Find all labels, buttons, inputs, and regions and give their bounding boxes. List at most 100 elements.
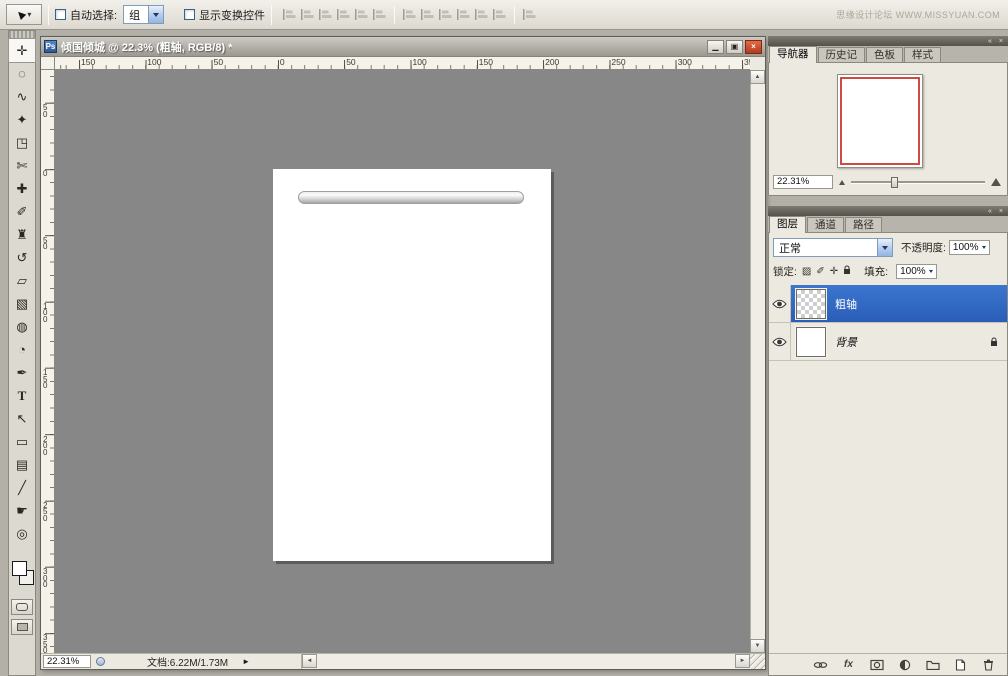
align-horizontal-centers-icon[interactable]: [354, 8, 369, 21]
layer-mask-icon[interactable]: [869, 658, 884, 672]
tab-history[interactable]: 历史记: [818, 47, 866, 62]
crop-tool[interactable]: ◳: [9, 131, 35, 154]
notes-tool[interactable]: ▤: [9, 453, 35, 476]
move-tool[interactable]: ✛: [9, 39, 35, 62]
tab-navigator[interactable]: 导航器: [769, 46, 817, 63]
eyedropper-tool[interactable]: ╱: [9, 476, 35, 499]
shape-tool[interactable]: ▭: [9, 430, 35, 453]
delete-layer-icon[interactable]: [981, 658, 996, 672]
navigator-zoom-field[interactable]: 22.31%: [773, 175, 833, 189]
restore-button[interactable]: ▣: [726, 40, 743, 54]
healing-brush-tool[interactable]: ✚: [9, 177, 35, 200]
adjustment-layer-icon[interactable]: [897, 658, 912, 672]
status-indicator-icon[interactable]: [96, 657, 105, 666]
chevron-down-icon[interactable]: [929, 270, 933, 273]
tab-styles[interactable]: 样式: [904, 47, 941, 62]
link-layers-icon[interactable]: [813, 658, 828, 672]
slice-tool[interactable]: ✄: [9, 154, 35, 177]
align-left-edges-icon[interactable]: [336, 8, 351, 21]
lock-pixels-icon[interactable]: ✐: [816, 267, 824, 277]
distribute-horizontal-centers-icon[interactable]: [474, 8, 489, 21]
foreground-color-swatch[interactable]: [12, 561, 27, 576]
vertical-scrollbar[interactable]: ▲ ▼: [750, 70, 765, 653]
layer-group-icon[interactable]: [925, 658, 940, 672]
layer-name[interactable]: 背景: [835, 334, 857, 350]
blur-tool[interactable]: ◍: [9, 315, 35, 338]
auto-select-mode-dropdown[interactable]: 组: [123, 5, 164, 24]
layer-style-icon[interactable]: fx: [841, 658, 856, 672]
align-right-edges-icon[interactable]: [372, 8, 387, 21]
checkbox-box-icon[interactable]: [55, 9, 66, 20]
navigator-zoom-slider[interactable]: [851, 181, 985, 184]
status-menu-arrow-icon[interactable]: ►: [242, 657, 250, 666]
auto-select-checkbox[interactable]: 自动选择:: [55, 7, 117, 23]
collapse-panel-icon[interactable]: «: [988, 37, 992, 46]
navigator-preview[interactable]: [837, 74, 923, 168]
clone-stamp-tool[interactable]: ♜: [9, 223, 35, 246]
tab-swatches[interactable]: 色板: [866, 47, 903, 62]
fill-value-field[interactable]: 100%: [896, 264, 937, 279]
chevron-down-icon[interactable]: [877, 239, 892, 256]
distribute-top-edges-icon[interactable]: [402, 8, 417, 21]
navigator-view-box[interactable]: [840, 77, 920, 165]
new-layer-icon[interactable]: [953, 658, 968, 672]
canvas-area[interactable]: [55, 70, 750, 653]
horizontal-scrollbar[interactable]: ◄ ►: [301, 654, 750, 669]
scroll-left-button[interactable]: ◄: [302, 654, 317, 668]
close-button[interactable]: ×: [745, 40, 762, 54]
brush-tool[interactable]: ✐: [9, 200, 35, 223]
layer-name[interactable]: 粗轴: [835, 296, 857, 312]
vertical-ruler[interactable]: 5 005 01 0 01 5 02 0 02 5 03 0 03 5 0: [41, 70, 55, 653]
blend-mode-dropdown[interactable]: 正常: [773, 238, 893, 257]
pen-tool[interactable]: ✒: [9, 361, 35, 384]
dodge-tool[interactable]: ◔: [9, 338, 35, 361]
distribute-right-edges-icon[interactable]: [492, 8, 507, 21]
hand-tool[interactable]: ☛: [9, 499, 35, 522]
scroll-up-button[interactable]: ▲: [750, 70, 765, 84]
gradient-tool[interactable]: ▧: [9, 292, 35, 315]
type-tool[interactable]: T: [9, 384, 35, 407]
tool-preset-picker[interactable]: ▶ ▾: [6, 4, 42, 25]
lock-position-icon[interactable]: ✛: [830, 267, 838, 277]
zoom-out-icon[interactable]: [839, 180, 845, 185]
close-panel-icon[interactable]: ×: [999, 37, 1003, 46]
distribute-left-edges-icon[interactable]: [456, 8, 471, 21]
toolbox-grip[interactable]: [9, 31, 35, 39]
layer-thumbnail[interactable]: [796, 289, 826, 319]
align-top-edges-icon[interactable]: [282, 8, 297, 21]
magic-wand-tool[interactable]: ✦: [9, 108, 35, 131]
auto-align-layers-icon[interactable]: [522, 8, 537, 21]
visibility-toggle[interactable]: [769, 285, 791, 322]
show-transform-checkbox[interactable]: 显示变换控件: [184, 7, 265, 23]
distribute-bottom-edges-icon[interactable]: [438, 8, 453, 21]
opacity-value-field[interactable]: 100%: [949, 240, 990, 255]
layer-row-background[interactable]: 背景: [769, 323, 1007, 361]
align-bottom-edges-icon[interactable]: [318, 8, 333, 21]
zoom-level-field[interactable]: 22.31%: [43, 655, 91, 668]
align-vertical-centers-icon[interactable]: [300, 8, 315, 21]
chevron-down-icon[interactable]: [148, 6, 163, 23]
chevron-down-icon[interactable]: [982, 246, 986, 249]
visibility-toggle[interactable]: [769, 323, 791, 360]
zoom-in-icon[interactable]: [991, 178, 1001, 186]
tab-layers[interactable]: 图层: [769, 216, 806, 233]
lock-transparency-icon[interactable]: ▨: [802, 267, 811, 277]
path-selection-tool[interactable]: ↖: [9, 407, 35, 430]
zoom-tool[interactable]: ◎: [9, 522, 35, 545]
layer-row-cuzhou[interactable]: 粗轴: [769, 285, 1007, 323]
layer-row-main[interactable]: 背景: [791, 323, 1007, 360]
screen-mode-button[interactable]: [11, 619, 33, 635]
eraser-tool[interactable]: ▱: [9, 269, 35, 292]
slider-thumb[interactable]: [891, 177, 898, 188]
checkbox-box-icon[interactable]: [184, 9, 195, 20]
lock-all-icon[interactable]: [843, 265, 851, 278]
document-page[interactable]: [273, 169, 551, 561]
close-panel-icon[interactable]: ×: [999, 207, 1003, 216]
layer-row-main[interactable]: 粗轴: [791, 285, 1007, 322]
resize-grip[interactable]: [750, 654, 765, 669]
tab-channels[interactable]: 通道: [807, 217, 844, 232]
collapse-panel-icon[interactable]: «: [988, 207, 992, 216]
marquee-tool[interactable]: ◌: [9, 62, 35, 85]
history-brush-tool[interactable]: ↺: [9, 246, 35, 269]
quick-mask-button[interactable]: [11, 599, 33, 615]
